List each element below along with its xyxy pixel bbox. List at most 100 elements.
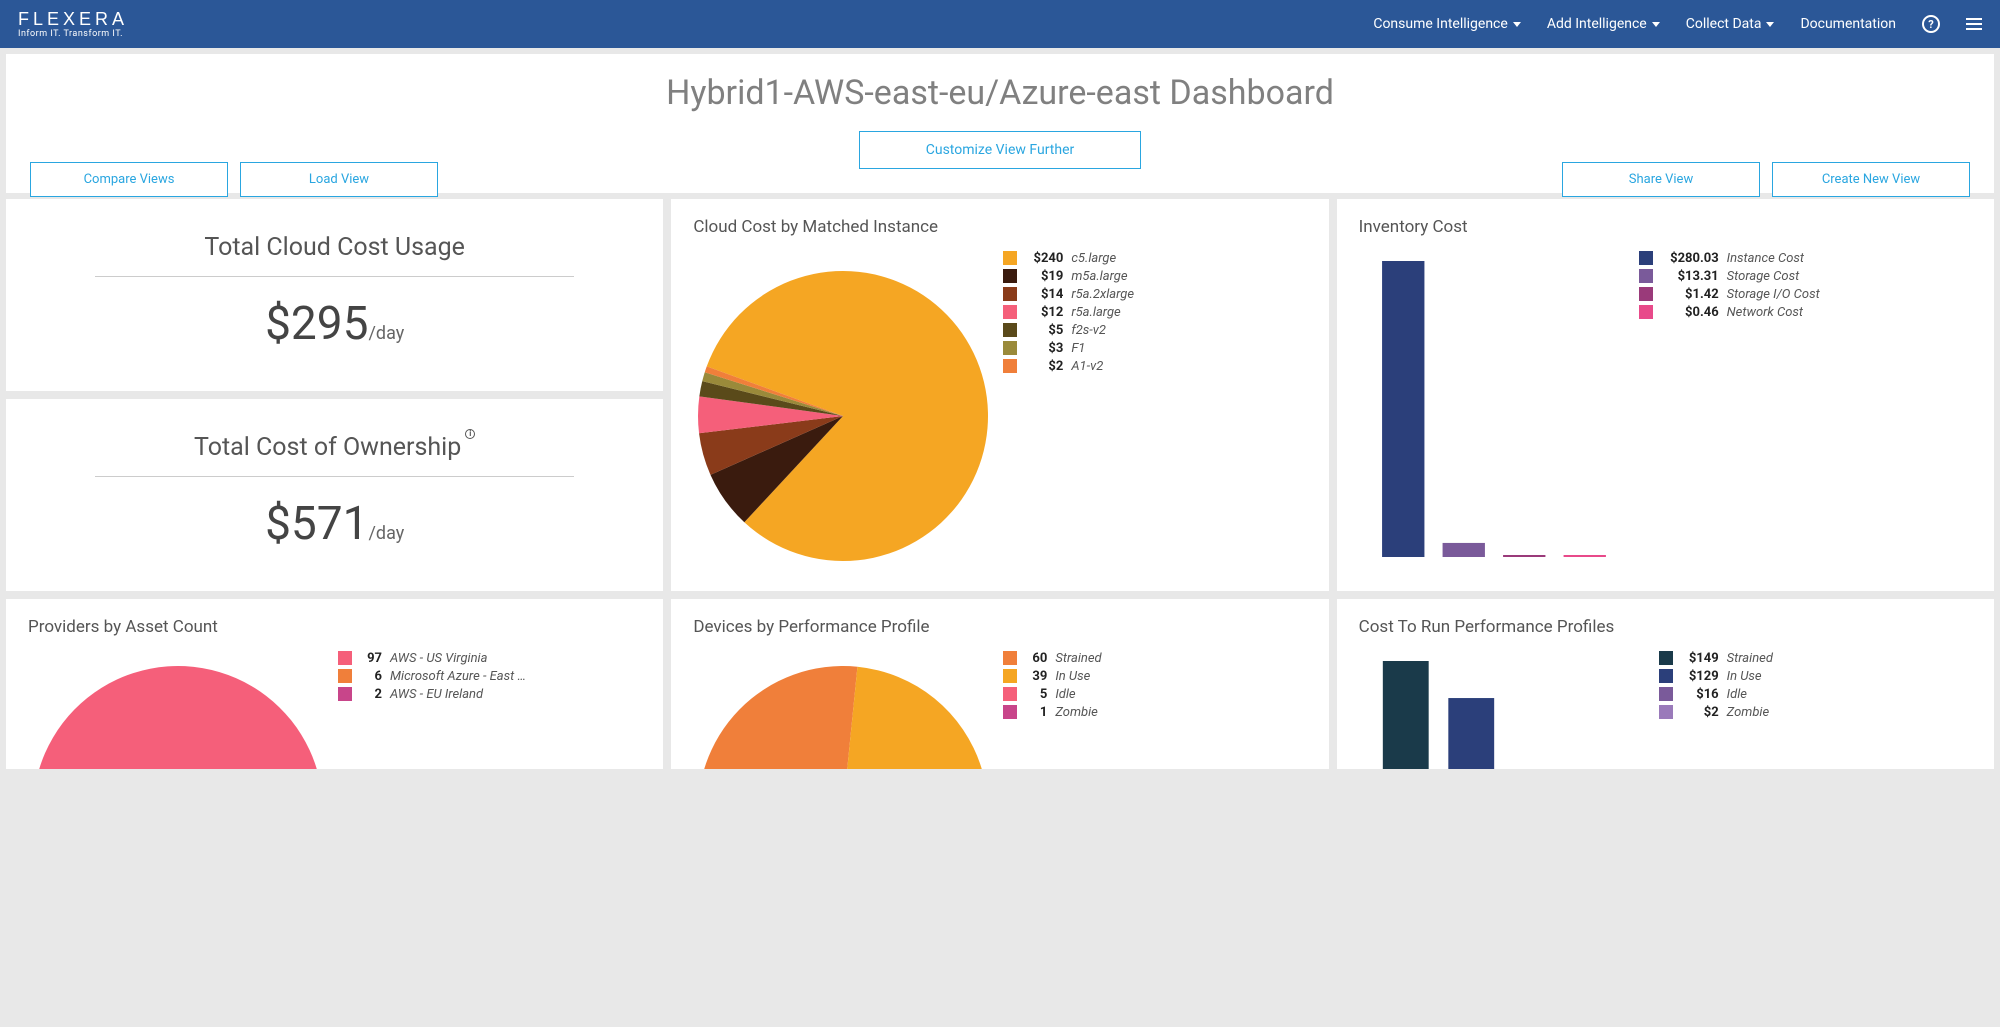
card-inventory-cost: Inventory Cost $280.03Instance Cost$13.3… — [1337, 199, 1994, 591]
card-title: Providers by Asset Count — [28, 617, 641, 637]
pie-chart — [693, 651, 993, 769]
legend-item[interactable]: $5f2s-v2 — [1003, 323, 1134, 338]
legend-label: Idle — [1055, 687, 1075, 702]
dashboard-grid: Total Cloud Cost Usage $295/day Total Co… — [0, 199, 2000, 775]
legend-item[interactable]: 5 Idle — [1003, 687, 1101, 702]
legend-item[interactable]: $0.46Network Cost — [1639, 305, 1820, 320]
legend-label: Storage Cost — [1727, 269, 1800, 284]
hamburger-icon[interactable] — [1966, 18, 1982, 30]
card-cloud-cost-instance: Cloud Cost by Matched Instance $240c5.la… — [671, 199, 1328, 591]
swatch-icon — [1659, 687, 1673, 701]
swatch-icon — [338, 651, 352, 665]
swatch-icon — [1003, 651, 1017, 665]
legend-item[interactable]: $240c5.large — [1003, 251, 1134, 266]
legend-value: 5 — [1025, 687, 1047, 702]
legend-item[interactable]: $149 Strained — [1659, 651, 1773, 666]
swatch-icon — [1639, 287, 1653, 301]
swatch-icon — [1003, 705, 1017, 719]
legend-item[interactable]: $3F1 — [1003, 341, 1134, 356]
legend-item[interactable]: $13.31Storage Cost — [1639, 269, 1820, 284]
nav-documentation[interactable]: Documentation — [1800, 16, 1896, 32]
swatch-icon — [1003, 251, 1017, 265]
card-providers-asset-count: Providers by Asset Count 97 AWS - US Virg… — [6, 599, 663, 769]
legend-label: AWS - EU Ireland — [390, 687, 483, 702]
legend-label: Zombie — [1055, 705, 1098, 720]
legend-label: In Use — [1055, 669, 1090, 684]
nav-consume-intelligence[interactable]: Consume Intelligence — [1373, 16, 1520, 32]
legend-value: $12 — [1025, 305, 1063, 320]
swatch-icon — [1003, 305, 1017, 319]
create-new-view-button[interactable]: Create New View — [1772, 162, 1970, 197]
legend-label: Network Cost — [1727, 305, 1803, 320]
card-title: Devices by Performance Profile — [693, 617, 1306, 637]
legend-item[interactable]: 39 In Use — [1003, 669, 1101, 684]
legend-label: Strained — [1727, 651, 1773, 666]
legend-item[interactable]: 60Strained — [1003, 651, 1101, 666]
header-panel: Compare Views Load View Hybrid1-AWS-east… — [6, 54, 1994, 193]
legend-value: 6 — [360, 669, 382, 684]
share-view-button[interactable]: Share View — [1562, 162, 1760, 197]
legend-item[interactable]: $19m5a.large — [1003, 269, 1134, 284]
swatch-icon — [338, 687, 352, 701]
legend-label: AWS - US Virginia — [390, 651, 487, 666]
nav-add-intelligence[interactable]: Add Intelligence — [1547, 16, 1660, 32]
nav-collect-data[interactable]: Collect Data — [1686, 16, 1775, 32]
legend-item[interactable]: $14r5a.2xlarge — [1003, 287, 1134, 302]
legend-item[interactable]: $2A1-v2 — [1003, 359, 1134, 374]
legend-value: $1.42 — [1661, 287, 1719, 302]
legend-item[interactable]: $129In Use — [1659, 669, 1773, 684]
legend-label: Instance Cost — [1727, 251, 1804, 266]
brand-tagline: Inform IT. Transform IT. — [18, 30, 128, 39]
legend-label: Storage I/O Cost — [1727, 287, 1820, 302]
legend-label: Idle — [1727, 687, 1747, 702]
card-title: Cloud Cost by Matched Instance — [693, 217, 1306, 237]
legend-label: Strained — [1055, 651, 1101, 666]
legend-value: 1 — [1025, 705, 1047, 720]
legend-item[interactable]: $280.03 Instance Cost — [1639, 251, 1820, 266]
legend-value: 97 — [360, 651, 382, 666]
customize-view-button[interactable]: Customize View Further — [859, 131, 1141, 169]
legend: $149 Strained $129In Use $16Idle $2Zombie — [1659, 651, 1773, 769]
help-icon[interactable]: ? — [1922, 15, 1940, 33]
legend: 60Strained 39 In Use 5 Idle 1 Zombie — [1003, 651, 1101, 769]
swatch-icon — [1659, 669, 1673, 683]
legend-value: $129 — [1681, 669, 1719, 684]
info-icon[interactable]: i — [465, 429, 475, 439]
legend-item[interactable]: $16Idle — [1659, 687, 1773, 702]
bar-chart — [1359, 651, 1649, 769]
legend-label: A1-v2 — [1071, 359, 1103, 374]
legend-item[interactable]: 2 AWS - EU Ireland — [338, 687, 526, 702]
swatch-icon — [1659, 651, 1673, 665]
topbar: FLEXERA Inform IT. Transform IT. Consume… — [0, 0, 2000, 48]
swatch-icon — [1003, 687, 1017, 701]
legend-label: Microsoft Azure - East … — [390, 669, 526, 684]
legend-item[interactable]: 1 Zombie — [1003, 705, 1101, 720]
swatch-icon — [1003, 669, 1017, 683]
swatch-icon — [1003, 359, 1017, 373]
swatch-icon — [1639, 251, 1653, 265]
chevron-down-icon — [1766, 22, 1774, 27]
legend-value: $3 — [1025, 341, 1063, 356]
legend-item[interactable]: $2Zombie — [1659, 705, 1773, 720]
legend-item[interactable]: $1.42 Storage I/O Cost — [1639, 287, 1820, 302]
topnav: Consume Intelligence Add Intelligence Co… — [1373, 15, 1982, 33]
legend-label: m5a.large — [1071, 269, 1127, 284]
swatch-icon — [1003, 287, 1017, 301]
legend-value: $280.03 — [1661, 251, 1719, 266]
legend-item[interactable]: $12r5a.large — [1003, 305, 1134, 320]
legend-value: 2 — [360, 687, 382, 702]
swatch-icon — [1003, 269, 1017, 283]
legend-value: $5 — [1025, 323, 1063, 338]
legend-label: r5a.2xlarge — [1071, 287, 1134, 302]
cost-unit: /day — [368, 523, 404, 544]
load-view-button[interactable]: Load View — [240, 162, 438, 197]
legend-value: 39 — [1025, 669, 1047, 684]
legend: $240c5.large $19m5a.large $14r5a.2xlarge $1… — [1003, 251, 1134, 571]
legend-item[interactable]: 97 AWS - US Virginia — [338, 651, 526, 666]
legend-item[interactable]: 6 Microsoft Azure - East … — [338, 669, 526, 684]
legend-value: $240 — [1025, 251, 1063, 266]
swatch-icon — [338, 669, 352, 683]
legend-label: Zombie — [1727, 705, 1770, 720]
compare-views-button[interactable]: Compare Views — [30, 162, 228, 197]
legend-value: $149 — [1681, 651, 1719, 666]
